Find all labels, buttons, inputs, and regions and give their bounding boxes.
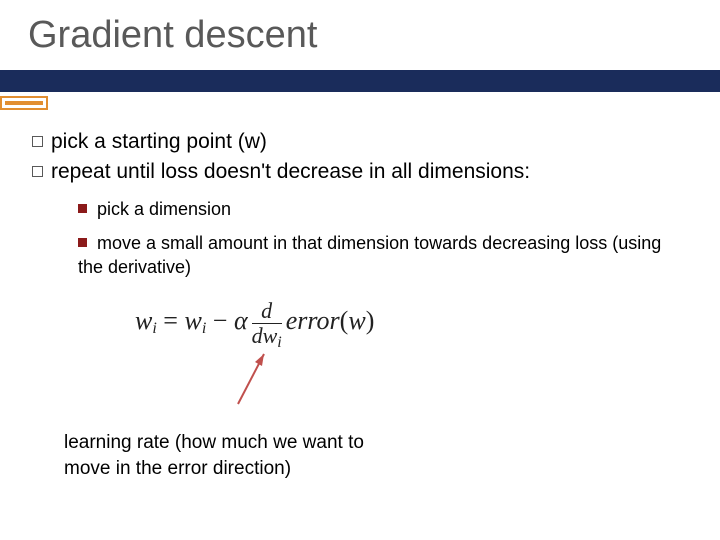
formula-frac-den: dwi — [252, 324, 282, 351]
bullet-l1: pick a starting point (w) — [32, 128, 700, 156]
bullet-text: repeat until loss doesn't decrease in al… — [51, 160, 530, 183]
formula-error-fn: error — [286, 306, 340, 335]
body-area: pick a starting point (w) repeat until l… — [32, 128, 700, 280]
bullet-text: move a small amount in that dimension to… — [78, 233, 661, 277]
formula-lhs-var: w — [135, 306, 152, 335]
bullet-l1: repeat until loss doesn't decrease in al… — [32, 158, 700, 186]
formula-minus: − — [206, 306, 234, 335]
bullet-l2: move a small amount in that dimension to… — [78, 231, 700, 280]
arrow-icon — [234, 348, 274, 408]
accent-chip-fill — [5, 101, 43, 105]
bullet-l2: pick a dimension — [78, 197, 700, 221]
formula-eq: = — [157, 306, 185, 335]
formula-error-arg: w — [348, 306, 365, 335]
bullet-text: pick a starting point (w) — [51, 130, 267, 153]
formula-fraction: ddwi — [252, 300, 282, 351]
square-bullet-icon — [78, 238, 87, 247]
formula: wi = wi − αddwierror(w) — [135, 300, 374, 351]
formula-alpha: α — [234, 306, 248, 335]
square-bullet-icon — [78, 204, 87, 213]
footnote-text: learning rate (how much we want to move … — [64, 430, 404, 481]
bullet-text: pick a dimension — [97, 199, 231, 219]
formula-paren-close: ) — [366, 306, 375, 335]
checkbox-icon — [32, 166, 43, 177]
slide: Gradient descent pick a starting point (… — [0, 0, 720, 540]
accent-bar — [0, 70, 720, 92]
slide-title: Gradient descent — [28, 14, 317, 57]
checkbox-icon — [32, 136, 43, 147]
formula-frac-num: d — [252, 300, 282, 324]
formula-rhs-var: w — [184, 306, 201, 335]
